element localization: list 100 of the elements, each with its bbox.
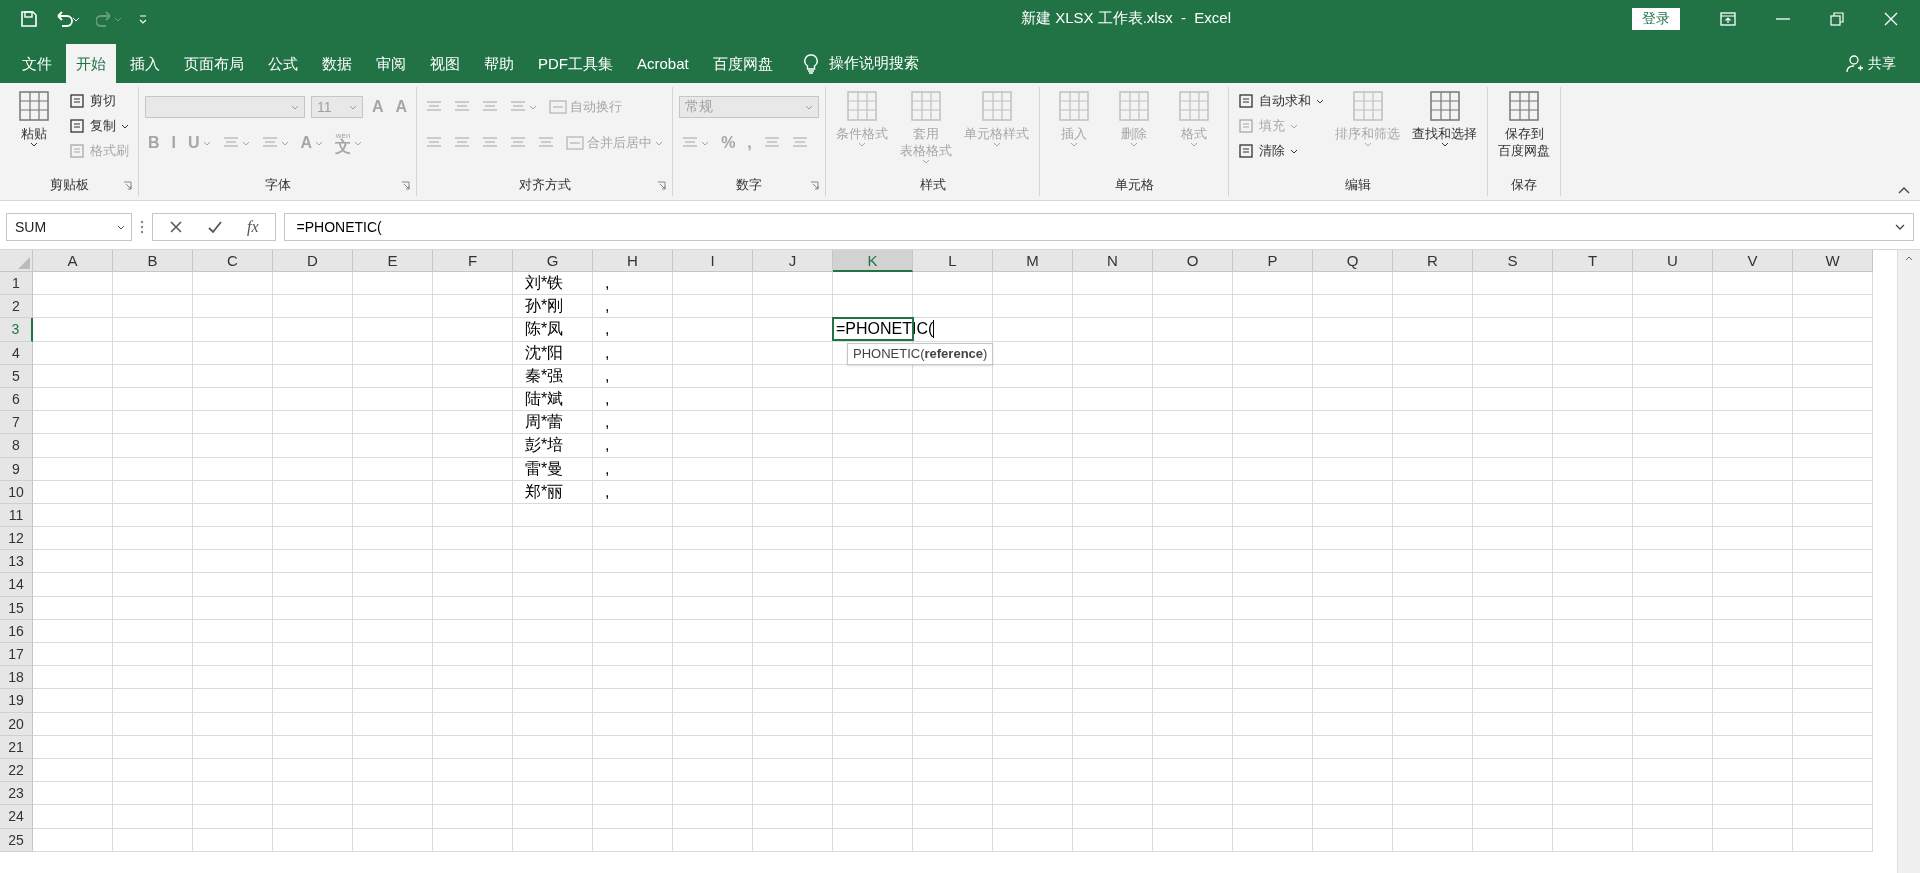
ribbon-tab[interactable]: 开始 bbox=[66, 44, 116, 83]
column-header[interactable]: R bbox=[1393, 250, 1473, 272]
dialog-launcher-icon[interactable] bbox=[123, 181, 132, 190]
dialog-launcher-icon[interactable] bbox=[401, 181, 411, 190]
ribbon-button[interactable]: 自动求和 bbox=[1235, 90, 1328, 112]
minimize-icon[interactable] bbox=[1776, 17, 1790, 20]
lines-icon bbox=[791, 136, 808, 150]
column-header[interactable]: M bbox=[993, 250, 1073, 272]
ribbon-button[interactable]: 剪切 bbox=[66, 90, 132, 112]
document-icon bbox=[1238, 143, 1255, 159]
redo-icon[interactable] bbox=[96, 9, 122, 28]
lines-icon bbox=[510, 100, 527, 114]
column-header[interactable]: U bbox=[1633, 250, 1713, 272]
column-header[interactable]: B bbox=[113, 250, 193, 272]
column-header[interactable]: J bbox=[753, 250, 833, 272]
column-header[interactable]: C bbox=[193, 250, 273, 272]
ribbon-tab[interactable]: 插入 bbox=[120, 44, 170, 83]
expand-caret-icon[interactable] bbox=[1895, 224, 1905, 230]
row-header[interactable]: 17 bbox=[0, 643, 33, 667]
sign-in-button[interactable]: 登录 bbox=[1632, 7, 1680, 30]
ribbon-button[interactable]: 查找和选择 bbox=[1408, 87, 1482, 149]
ribbon-display-icon[interactable] bbox=[1720, 11, 1736, 26]
table-cell-text: 雷*曼 bbox=[524, 458, 565, 479]
column-header[interactable]: O bbox=[1153, 250, 1233, 272]
insert-function-button[interactable]: fx bbox=[247, 218, 259, 236]
row-header[interactable]: 23 bbox=[0, 782, 33, 806]
ribbon-tab[interactable]: 数据 bbox=[312, 44, 362, 83]
row-header[interactable]: 2 bbox=[0, 295, 33, 319]
column-header[interactable]: V bbox=[1713, 250, 1793, 272]
close-icon[interactable] bbox=[1884, 11, 1898, 26]
undo-icon[interactable] bbox=[54, 9, 80, 28]
save-icon[interactable] bbox=[20, 9, 38, 28]
group-label: 剪贴板 bbox=[49, 176, 89, 194]
column-header[interactable]: S bbox=[1473, 250, 1553, 272]
row-header[interactable]: 3 bbox=[0, 318, 33, 342]
column-header[interactable]: E bbox=[353, 250, 433, 272]
row-header[interactable]: 13 bbox=[0, 550, 33, 574]
checkmark-icon[interactable] bbox=[207, 220, 223, 234]
column-header[interactable]: F bbox=[433, 250, 513, 272]
ribbon-button[interactable]: 清除 bbox=[1235, 140, 1328, 162]
row-header[interactable]: 5 bbox=[0, 364, 33, 388]
grid-icon bbox=[1117, 89, 1152, 123]
column-header[interactable]: K bbox=[833, 250, 913, 272]
column-header[interactable]: W bbox=[1793, 250, 1873, 272]
ribbon-button[interactable]: 粘贴 bbox=[6, 87, 62, 149]
name-box[interactable]: SUM bbox=[6, 213, 132, 241]
ribbon-tab[interactable]: 审阅 bbox=[366, 44, 416, 83]
row-header[interactable]: 16 bbox=[0, 619, 33, 643]
ribbon-tab[interactable]: 帮助 bbox=[474, 44, 524, 83]
cancel-icon[interactable] bbox=[169, 220, 183, 234]
row-header[interactable]: 19 bbox=[0, 689, 33, 713]
grid-icon bbox=[845, 89, 880, 123]
row-header[interactable]: 24 bbox=[0, 805, 33, 829]
ribbon-tab[interactable]: 百度网盘 bbox=[702, 44, 783, 83]
ribbon-tab[interactable]: 公式 bbox=[258, 44, 308, 83]
column-header[interactable]: A bbox=[33, 250, 113, 272]
row-header[interactable]: 15 bbox=[0, 596, 33, 620]
document-icon bbox=[69, 93, 85, 109]
row-header[interactable]: 4 bbox=[0, 341, 33, 365]
column-header[interactable]: D bbox=[273, 250, 353, 272]
column-header[interactable]: L bbox=[913, 250, 993, 272]
table-cell-text: 刘*铁 bbox=[524, 273, 565, 293]
column-header[interactable]: H bbox=[593, 250, 673, 272]
row-header[interactable]: 21 bbox=[0, 735, 33, 759]
vertical-scrollbar[interactable] bbox=[1897, 250, 1920, 873]
row-header[interactable]: 1 bbox=[0, 272, 33, 296]
ribbon-tab[interactable]: PDF工具集 bbox=[528, 44, 623, 83]
ribbon-button[interactable]: 复制 bbox=[66, 115, 132, 137]
share-button[interactable]: 共享 bbox=[1868, 54, 1896, 73]
column-header[interactable]: P bbox=[1233, 250, 1313, 272]
column-header[interactable]: I bbox=[673, 250, 753, 272]
row-header[interactable]: 20 bbox=[0, 712, 33, 736]
ribbon-button[interactable]: 保存到 百度网盘 bbox=[1494, 87, 1555, 161]
row-header[interactable]: 14 bbox=[0, 573, 33, 597]
row-header[interactable]: 22 bbox=[0, 758, 33, 783]
ribbon-tab[interactable]: Acrobat bbox=[627, 44, 699, 83]
dialog-launcher-icon[interactable] bbox=[810, 181, 820, 190]
column-header[interactable]: T bbox=[1553, 250, 1633, 272]
row-header[interactable]: 12 bbox=[0, 527, 33, 551]
row-header[interactable]: 10 bbox=[0, 480, 33, 504]
ribbon-tab[interactable]: 视图 bbox=[420, 44, 470, 83]
formula-input[interactable]: =PHONETIC( bbox=[283, 213, 1914, 241]
row-header[interactable]: 25 bbox=[0, 828, 33, 852]
column-header[interactable]: Q bbox=[1313, 250, 1393, 272]
tell-me-search[interactable]: 操作说明搜索 bbox=[828, 54, 919, 73]
restore-icon[interactable] bbox=[1830, 11, 1844, 26]
customize-caret-icon[interactable] bbox=[138, 12, 148, 25]
ribbon-tab[interactable]: 文件 bbox=[12, 44, 62, 83]
select-all-corner[interactable] bbox=[0, 250, 33, 272]
ribbon-tab[interactable]: 页面布局 bbox=[174, 44, 254, 83]
column-header[interactable]: N bbox=[1073, 250, 1153, 272]
row-header[interactable]: 18 bbox=[0, 666, 33, 690]
row-header[interactable]: 8 bbox=[0, 434, 33, 458]
collapse-ribbon-icon[interactable] bbox=[1898, 187, 1910, 194]
row-header[interactable]: 6 bbox=[0, 387, 33, 412]
column-header[interactable]: G bbox=[513, 250, 593, 272]
row-header[interactable]: 9 bbox=[0, 457, 33, 481]
row-header[interactable]: 11 bbox=[0, 503, 33, 528]
row-header[interactable]: 7 bbox=[0, 411, 33, 435]
dialog-launcher-icon[interactable] bbox=[657, 181, 667, 190]
